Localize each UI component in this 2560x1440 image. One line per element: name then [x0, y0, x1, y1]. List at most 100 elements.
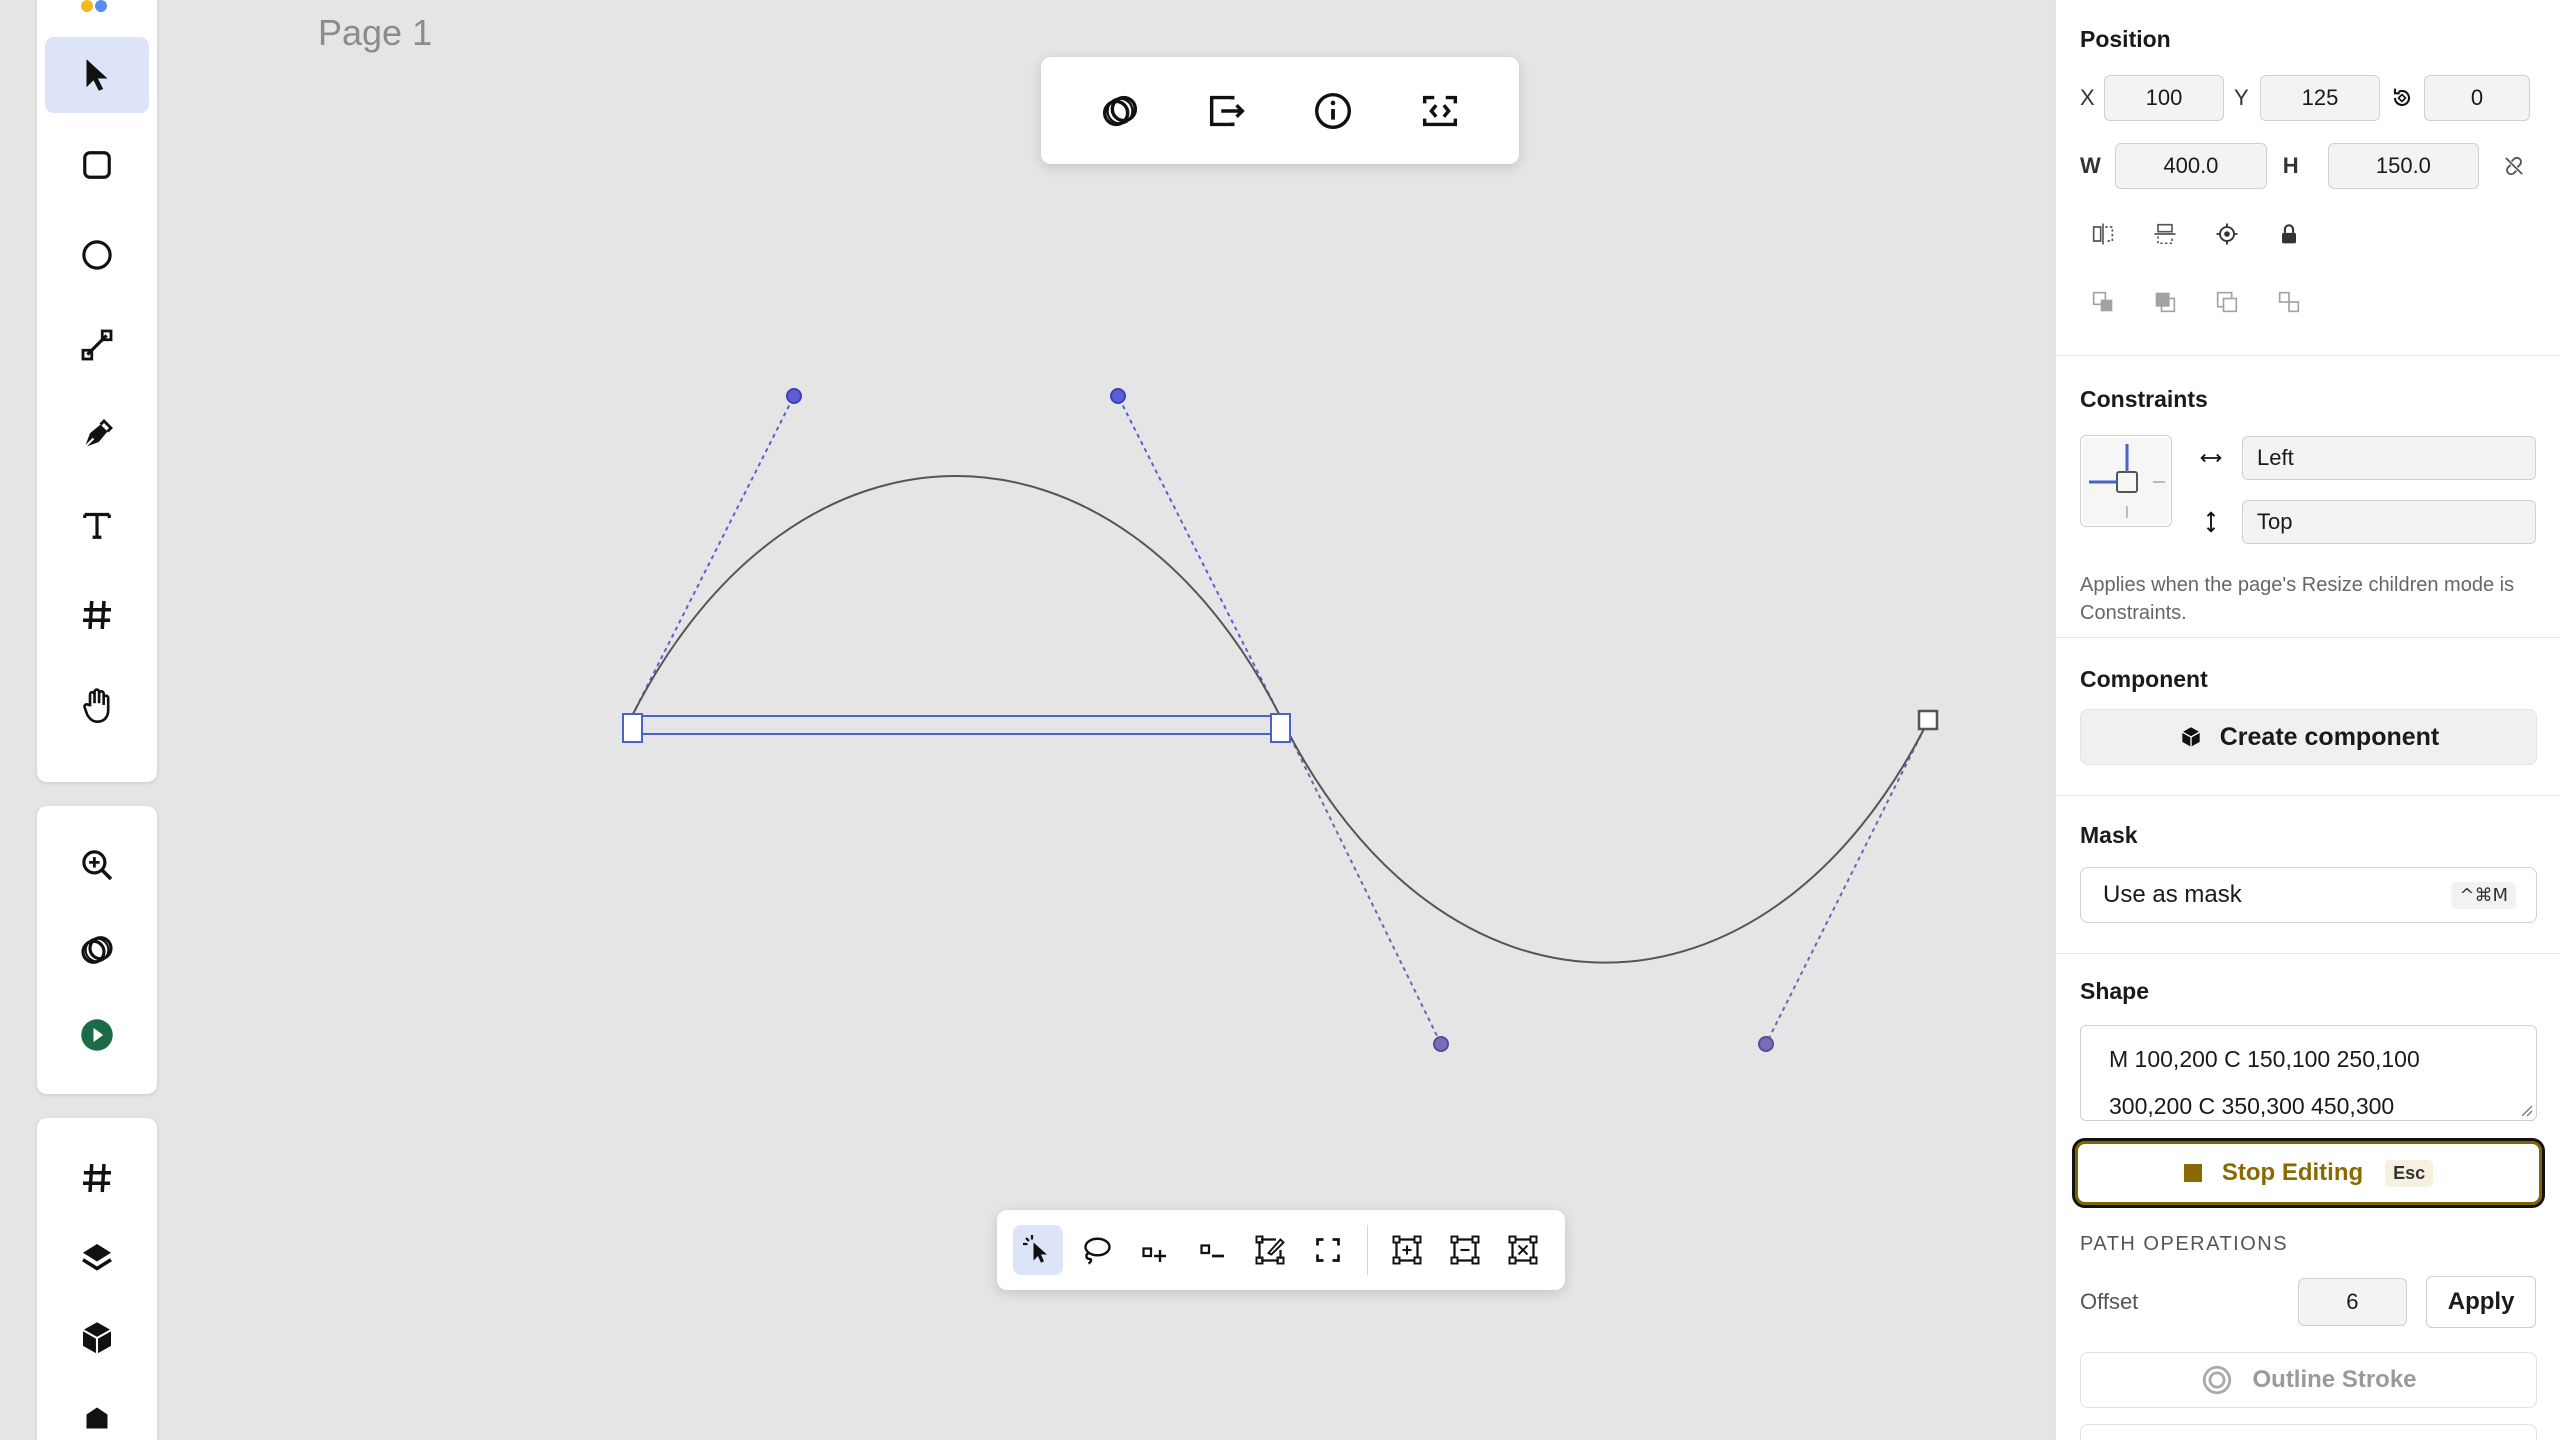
anchor-point[interactable] — [1270, 713, 1291, 743]
unlink-ratio-button[interactable] — [2491, 143, 2536, 189]
send-backward-button[interactable] — [2204, 279, 2250, 325]
section-title: Shape — [2080, 978, 2150, 1004]
constraint-diagram[interactable] — [2080, 435, 2172, 527]
hash-icon — [83, 600, 111, 630]
cursor-arrow-icon — [86, 59, 108, 91]
horizontal-constraint-select[interactable]: Left — [2242, 436, 2536, 480]
rotation-input[interactable]: 0 — [2424, 75, 2530, 121]
pen-tool[interactable] — [45, 397, 149, 473]
transform-points-button[interactable] — [1498, 1225, 1548, 1275]
logo-icon — [81, 0, 107, 12]
select-points-icon — [1023, 1235, 1047, 1263]
distribute-points-icon — [1450, 1235, 1480, 1265]
control-handle[interactable] — [786, 388, 802, 404]
lock-icon — [2282, 224, 2296, 244]
selected-segment[interactable] — [631, 715, 1281, 735]
use-as-mask-button[interactable]: Use as mask ^⌘M — [2080, 867, 2537, 923]
resize-grip-icon[interactable] — [2519, 1103, 2533, 1117]
component-icon — [2181, 727, 2200, 747]
flip-vertical-icon — [2154, 223, 2176, 245]
anchor-point[interactable] — [1917, 709, 1939, 731]
rounded-square-icon — [83, 151, 111, 179]
rectangle-tool[interactable] — [45, 127, 149, 203]
h-label: H — [2282, 153, 2299, 178]
next-path-op-button[interactable] — [2080, 1424, 2537, 1440]
text-tool[interactable] — [45, 487, 149, 563]
info-icon — [1315, 92, 1352, 129]
boolean-ops-button[interactable] — [1085, 76, 1155, 146]
outline-stroke-button[interactable]: Outline Stroke — [2080, 1352, 2537, 1408]
offset-input[interactable]: 6 — [2297, 1278, 2408, 1326]
x-input[interactable]: 100 — [2104, 75, 2224, 121]
outline-stroke-label: Outline Stroke — [2252, 1366, 2417, 1393]
layers-panel-button[interactable] — [45, 1224, 149, 1292]
anchor-point[interactable] — [622, 713, 643, 743]
create-component-button[interactable]: Create component — [2080, 709, 2537, 765]
frame-tool[interactable] — [45, 577, 149, 653]
edit-segment-icon — [1255, 1235, 1285, 1265]
export-button[interactable] — [1192, 76, 1262, 146]
close-path-button[interactable] — [1303, 1225, 1353, 1275]
component-section: Component Create component — [2056, 638, 2560, 796]
edit-segment-button[interactable] — [1245, 1225, 1295, 1275]
toolbar-divider — [1367, 1225, 1368, 1275]
hand-tool[interactable] — [45, 667, 149, 743]
mask-shortcut: ^⌘M — [2451, 881, 2516, 909]
line-tool[interactable] — [45, 307, 149, 383]
horizontal-arrows-icon — [2186, 435, 2236, 481]
vertical-constraint-select[interactable]: Top — [2242, 500, 2536, 544]
path-data-textarea[interactable]: M 100,200 C 150,100 250,100 300,200 C 35… — [2080, 1025, 2537, 1121]
select-points-button[interactable] — [1013, 1225, 1063, 1275]
assets-icon — [86, 1407, 108, 1429]
path-data-line: 300,200 C 350,300 450,300 — [2109, 1093, 2395, 1119]
send-to-back-button[interactable] — [2266, 279, 2312, 325]
use-as-mask-label: Use as mask — [2103, 881, 2242, 908]
stop-editing-button[interactable]: Stop Editing Esc — [2072, 1138, 2545, 1208]
align-points-button[interactable] — [1382, 1225, 1432, 1275]
flip-vertical-button[interactable] — [2142, 211, 2188, 257]
center-button[interactable] — [2204, 211, 2250, 257]
distribute-points-button[interactable] — [1440, 1225, 1490, 1275]
handle-line — [1117, 395, 1281, 717]
width-input[interactable]: 400.0 — [2115, 143, 2267, 189]
apply-offset-button[interactable]: Apply — [2426, 1276, 2536, 1328]
line-icon — [81, 329, 113, 361]
control-handle[interactable] — [1110, 388, 1126, 404]
outline-ring-icon — [2203, 1365, 2232, 1395]
path-edit-toolbar — [997, 1210, 1565, 1290]
zoom-in-icon — [82, 849, 113, 880]
ellipse-tool[interactable] — [45, 217, 149, 293]
selection-action-bar — [1041, 57, 1519, 164]
boolean-ops-tool[interactable] — [45, 912, 149, 988]
bring-forward-button[interactable] — [2080, 279, 2126, 325]
control-handle[interactable] — [1758, 1036, 1774, 1052]
boolean-ops-icon — [1103, 95, 1138, 126]
target-icon — [2216, 223, 2238, 245]
zoom-tool[interactable] — [45, 827, 149, 903]
height-input[interactable]: 150.0 — [2327, 143, 2480, 189]
left-toolbar — [37, 0, 157, 782]
section-title: Mask — [2080, 822, 2138, 848]
offset-label: Offset — [2080, 1289, 2139, 1314]
components-panel-button[interactable] — [45, 1304, 149, 1372]
x-label: X — [2080, 85, 2095, 110]
assets-panel-button[interactable] — [45, 1384, 149, 1440]
lasso-button[interactable] — [1071, 1225, 1121, 1275]
select-tool[interactable] — [45, 37, 149, 113]
y-input[interactable]: 125 — [2260, 75, 2380, 121]
frames-panel-button[interactable] — [45, 1144, 149, 1212]
w-label: W — [2080, 153, 2101, 178]
flip-horizontal-button[interactable] — [2080, 211, 2126, 257]
info-button[interactable] — [1298, 76, 1368, 146]
lock-button[interactable] — [2266, 211, 2312, 257]
play-tool[interactable] — [45, 997, 149, 1073]
boolean-ops-icon — [81, 936, 113, 964]
lasso-icon — [1084, 1237, 1111, 1265]
remove-point-button[interactable] — [1187, 1225, 1237, 1275]
add-point-icon — [1142, 1247, 1166, 1262]
add-point-button[interactable] — [1129, 1225, 1179, 1275]
control-handle[interactable] — [1433, 1036, 1449, 1052]
bring-to-front-button[interactable] — [2142, 279, 2188, 325]
constraints-section: Constraints Left Top Applies when the pa… — [2056, 356, 2560, 638]
code-button[interactable] — [1405, 76, 1475, 146]
